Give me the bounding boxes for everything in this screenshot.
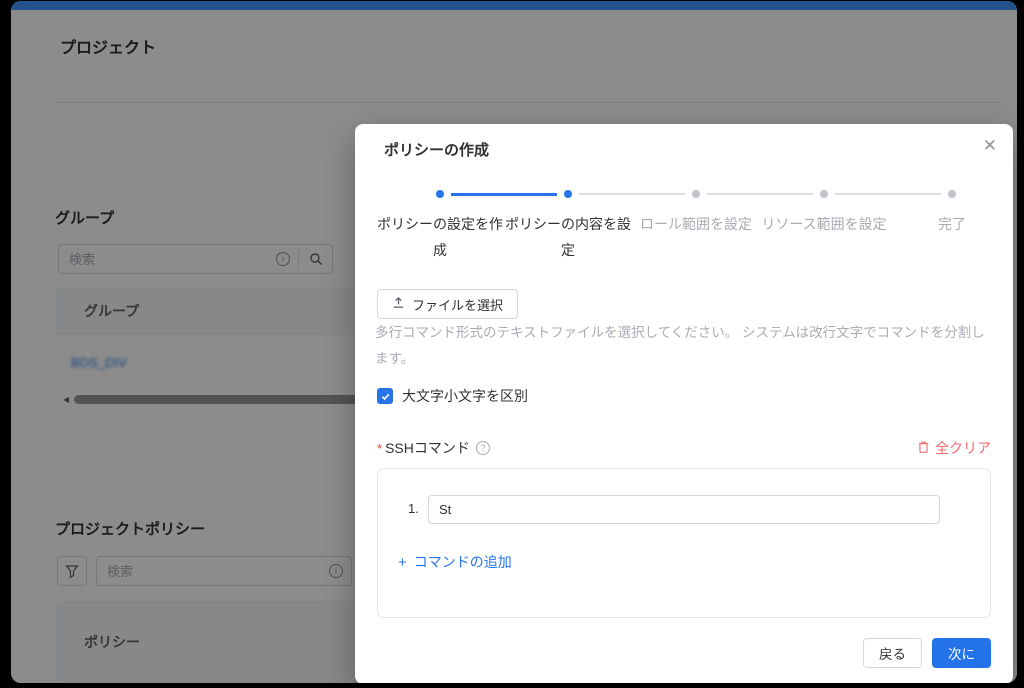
upload-icon [392, 296, 405, 312]
step-complete: 完了 [888, 186, 1016, 263]
step-label: ロール範囲を設定 [632, 211, 760, 237]
step-connector [579, 193, 632, 195]
plus-icon: + [398, 554, 407, 571]
step-dot [692, 190, 700, 198]
select-file-button[interactable]: ファイルを選択 [377, 289, 518, 319]
next-button[interactable]: 次に [932, 638, 991, 668]
clear-all-label: 全クリア [935, 438, 991, 458]
help-icon: ? [476, 441, 490, 455]
step-connector [888, 193, 941, 195]
case-sensitive-checkbox[interactable]: 大文字小文字を区別 [377, 386, 528, 406]
modal-title: ポリシーの作成 [384, 139, 489, 160]
step-set-resource-scope: リソース範囲を設定 [760, 186, 888, 263]
step-create-policy-settings: ポリシーの設定を作成 [376, 186, 504, 263]
close-icon[interactable]: ✕ [983, 137, 997, 154]
step-label: ポリシーの内容を設定 [504, 211, 632, 263]
file-select-hint: 多行コマンド形式のテキストファイルを選択してください。 システムは改行文字でコマ… [375, 320, 989, 372]
trash-icon [917, 440, 930, 457]
step-connector [707, 193, 760, 195]
back-button[interactable]: 戻る [863, 638, 922, 668]
step-set-role-scope: ロール範囲を設定 [632, 186, 760, 263]
step-label: 完了 [888, 211, 1016, 237]
step-dot [436, 190, 444, 198]
checkbox-checked-icon[interactable] [377, 388, 393, 404]
step-connector [760, 193, 813, 195]
step-label: ポリシーの設定を作成 [376, 211, 504, 263]
add-command-button[interactable]: + コマンドの追加 [398, 552, 512, 572]
add-command-label: コマンドの追加 [414, 552, 512, 572]
ssh-command-panel: 1. + コマンドの追加 [377, 468, 991, 618]
stepper: ポリシーの設定を作成 ポリシーの内容を設定 ロール範囲を設定 リソース範囲を設定… [376, 186, 1016, 263]
command-index: 1. [408, 501, 419, 516]
step-connector [451, 193, 504, 196]
step-dot [820, 190, 828, 198]
step-connector [632, 193, 685, 195]
select-file-label: ファイルを選択 [412, 295, 503, 314]
app-screen: プロジェクト グループ i グループ BDS_DIV ◀ プロジェクトポリシー [11, 1, 1017, 683]
step-connector [504, 193, 557, 196]
step-label: リソース範囲を設定 [760, 211, 888, 237]
ssh-command-field-header: * SSHコマンド ? 全クリア [377, 438, 991, 458]
ssh-command-label: SSHコマンド [385, 438, 470, 458]
create-policy-modal: ポリシーの作成 ✕ ポリシーの設定を作成 ポリシーの内容を設定 ロール範囲を設定… [355, 124, 1013, 683]
checkbox-label: 大文字小文字を区別 [402, 386, 528, 406]
command-input[interactable] [428, 495, 940, 524]
step-connector [835, 193, 888, 195]
step-dot [564, 190, 572, 198]
modal-footer: 戻る 次に [863, 638, 991, 668]
step-dot [948, 190, 956, 198]
step-set-policy-content: ポリシーの内容を設定 [504, 186, 632, 263]
required-mark: * [377, 441, 382, 456]
clear-all-button[interactable]: 全クリア [917, 438, 991, 458]
